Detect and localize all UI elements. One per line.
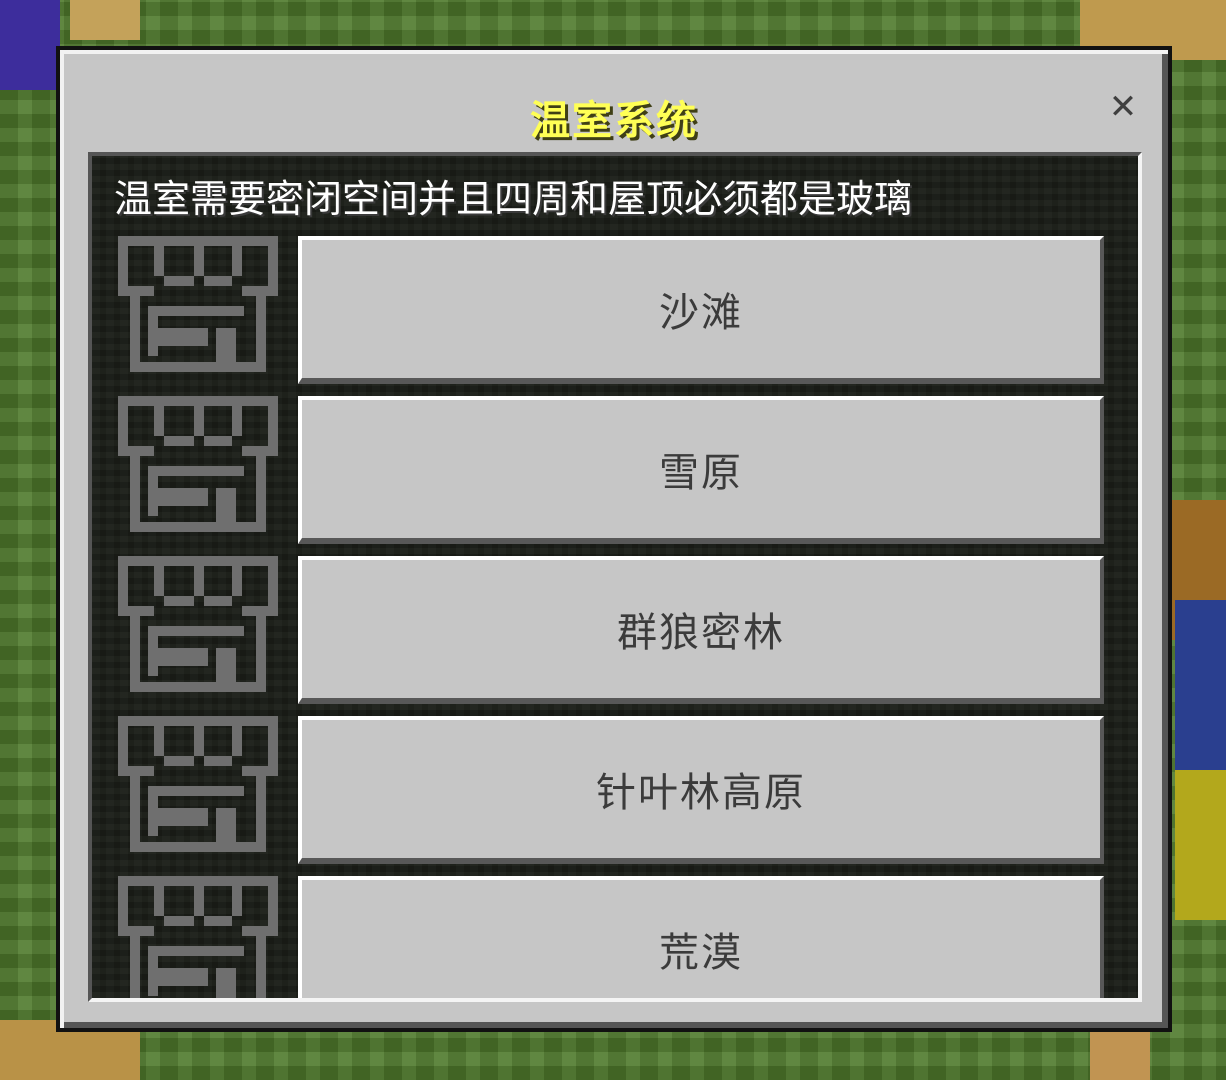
list-item: 沙滩 <box>92 236 1138 386</box>
option-label: 针叶林高原 <box>596 770 806 816</box>
close-icon: ✕ <box>1108 87 1138 127</box>
background-block <box>1090 1030 1150 1080</box>
background-block <box>1175 770 1226 920</box>
greenhouse-icon <box>118 876 278 998</box>
option-label: 荒漠 <box>659 930 743 976</box>
option-button-desert[interactable]: 荒漠 <box>298 876 1104 998</box>
dialog-description: 温室需要密闭空间并且四周和屋顶必须都是玻璃 <box>114 177 913 221</box>
dialog-title: 温室系统 <box>530 98 698 144</box>
background-block <box>1175 600 1226 770</box>
option-label: 沙滩 <box>659 290 743 336</box>
greenhouse-icon <box>118 396 278 532</box>
list-item: 雪原 <box>92 396 1138 546</box>
option-button-snowfield[interactable]: 雪原 <box>298 396 1104 544</box>
option-button-wolf-forest[interactable]: 群狼密林 <box>298 556 1104 704</box>
option-label: 群狼密林 <box>617 610 785 656</box>
greenhouse-dialog: 温室系统 ✕ 温室需要密闭空间并且四周和屋顶必须都是玻璃 沙滩 雪原 群狼密林 … <box>56 46 1172 1032</box>
options-panel[interactable]: 温室需要密闭空间并且四周和屋顶必须都是玻璃 沙滩 雪原 群狼密林 针叶林高原 荒… <box>88 152 1142 1002</box>
background-block <box>70 0 140 40</box>
list-item: 针叶林高原 <box>92 716 1138 866</box>
option-button-taiga-plateau[interactable]: 针叶林高原 <box>298 716 1104 864</box>
greenhouse-icon <box>118 556 278 692</box>
option-label: 雪原 <box>659 450 743 496</box>
background-block <box>0 0 60 90</box>
close-button[interactable]: ✕ <box>1106 90 1140 124</box>
greenhouse-icon <box>118 236 278 372</box>
option-button-beach[interactable]: 沙滩 <box>298 236 1104 384</box>
list-item: 群狼密林 <box>92 556 1138 706</box>
list-item: 荒漠 <box>92 876 1138 998</box>
greenhouse-icon <box>118 716 278 852</box>
